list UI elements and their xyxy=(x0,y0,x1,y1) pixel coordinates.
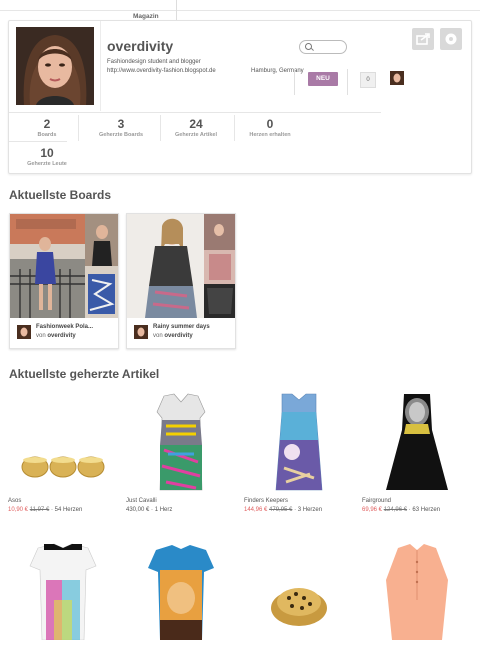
stat-boards[interactable]: 2 Boards xyxy=(19,117,75,139)
product-card[interactable]: Asos 10,90 € 11,97 € · 54 Herzen xyxy=(8,390,118,513)
stat-label: Boards xyxy=(37,132,57,138)
product-image[interactable] xyxy=(362,540,472,648)
sale-price: 69,96 € xyxy=(362,507,383,513)
gear-icon xyxy=(445,33,457,45)
stat-value: 10 xyxy=(40,146,54,160)
board-cover-image[interactable] xyxy=(127,214,235,318)
tab-magazin[interactable]: Magazin xyxy=(133,13,159,20)
profile-avatar xyxy=(16,27,94,105)
board-owner-avatar[interactable] xyxy=(17,325,31,339)
divider xyxy=(234,115,235,141)
old-price: 479,95 € xyxy=(269,507,293,513)
product-brand[interactable]: Asos xyxy=(8,498,118,504)
user-avatar-small[interactable] xyxy=(390,71,404,85)
product-card[interactable] xyxy=(244,540,354,648)
settings-button[interactable] xyxy=(440,28,462,50)
stat-value: 0 xyxy=(266,117,274,131)
product-image[interactable] xyxy=(244,540,354,648)
board-title[interactable]: Rainy summer days xyxy=(153,324,210,330)
top-nav-bar xyxy=(0,0,480,11)
count-badge[interactable]: 0 xyxy=(360,72,376,88)
old-price: 124,96 € xyxy=(383,507,408,513)
board-owner-link[interactable]: overdivity xyxy=(164,333,192,339)
hearts-count[interactable]: 1 Herz xyxy=(155,507,173,513)
stat-label: Geherzte Artikel xyxy=(175,132,217,138)
stat-hearts-received[interactable]: 0 Herzen erhalten xyxy=(242,117,298,139)
by-prefix: von xyxy=(36,333,46,339)
search-input[interactable] xyxy=(299,40,347,54)
product-image[interactable] xyxy=(8,390,118,498)
board-owner: von overdivity xyxy=(153,333,193,339)
profile-url-link[interactable]: http://www.overdivity-fashion.blogspot.d… xyxy=(107,68,216,74)
board-card[interactable]: Fashionweek Pola... von overdivity xyxy=(9,213,119,349)
stat-label: Geherzte Leute xyxy=(27,161,67,167)
board-owner: von overdivity xyxy=(36,333,76,339)
sale-price: 10,90 € xyxy=(8,507,29,513)
articles-section-title: Aktuellste geherzte Artikel xyxy=(9,367,160,381)
hearts-count[interactable]: 3 Herzen xyxy=(298,507,322,513)
stat-hearted-boards[interactable]: 3 Geherzte Boards xyxy=(93,117,149,139)
product-price: 144,96 € 479,95 € · 3 Herzen xyxy=(244,507,354,513)
stat-hearted-articles[interactable]: 24 Geherzte Artikel xyxy=(168,117,224,139)
profile-name: overdivity xyxy=(107,38,174,54)
product-card[interactable]: Just Cavalli 430,00 € · 1 Herz xyxy=(126,390,236,513)
divider xyxy=(78,115,79,141)
stat-value: 3 xyxy=(117,117,125,131)
profile-card: overdivity Fashiondesign student and blo… xyxy=(8,20,472,174)
stats-divider xyxy=(9,112,381,113)
product-brand[interactable]: Just Cavalli xyxy=(126,498,236,504)
profile-location: Hamburg, Germany xyxy=(251,68,304,74)
product-brand[interactable]: Finders Keepers xyxy=(244,498,354,504)
share-button[interactable] xyxy=(412,28,434,50)
share-icon xyxy=(416,33,430,45)
profile-bio: Fashiondesign student and blogger xyxy=(107,59,201,65)
sale-price: 144,96 € xyxy=(244,507,268,513)
product-price: 69,96 € 124,96 € · 63 Herzen xyxy=(362,507,472,513)
stat-value: 2 xyxy=(43,117,51,131)
search-icon xyxy=(305,43,312,50)
hearts-count[interactable]: 54 Herzen xyxy=(55,507,83,513)
stat-label: Herzen erhalten xyxy=(249,132,291,138)
product-image[interactable] xyxy=(362,390,472,498)
boards-section-title: Aktuellste Boards xyxy=(9,188,112,202)
product-brand[interactable]: Fairground xyxy=(362,498,472,504)
board-title[interactable]: Fashionweek Pola... xyxy=(36,324,93,330)
stat-label: Geherzte Boards xyxy=(98,132,143,138)
board-owner-avatar[interactable] xyxy=(134,325,148,339)
product-card[interactable]: Fairground 69,96 € 124,96 € · 63 Herzen xyxy=(362,390,472,513)
divider xyxy=(294,69,295,95)
by-prefix: von xyxy=(153,333,163,339)
product-card[interactable] xyxy=(126,540,236,648)
product-card[interactable]: Finders Keepers 144,96 € 479,95 € · 3 He… xyxy=(244,390,354,513)
product-card[interactable] xyxy=(8,540,118,648)
divider xyxy=(100,21,101,111)
board-owner-link[interactable]: overdivity xyxy=(47,333,75,339)
board-card[interactable]: Rainy summer days von overdivity xyxy=(126,213,236,349)
product-price: 430,00 € · 1 Herz xyxy=(126,507,236,513)
product-image[interactable] xyxy=(8,540,118,648)
price: 430,00 € xyxy=(126,507,150,513)
hearts-count[interactable]: 63 Herzen xyxy=(412,507,440,513)
stat-value: 24 xyxy=(189,117,203,131)
product-image[interactable] xyxy=(126,540,236,648)
product-image[interactable] xyxy=(244,390,354,498)
divider xyxy=(160,115,161,141)
stats-divider xyxy=(9,141,67,142)
old-price: 11,97 € xyxy=(29,507,50,513)
product-image[interactable] xyxy=(126,390,236,498)
product-card[interactable] xyxy=(362,540,472,648)
product-price: 10,90 € 11,97 € · 54 Herzen xyxy=(8,507,118,513)
divider xyxy=(347,69,348,95)
board-cover-image[interactable] xyxy=(10,214,118,318)
new-button[interactable]: NEU xyxy=(308,72,338,86)
stat-hearted-people[interactable]: 10 Geherzte Leute xyxy=(19,146,75,168)
